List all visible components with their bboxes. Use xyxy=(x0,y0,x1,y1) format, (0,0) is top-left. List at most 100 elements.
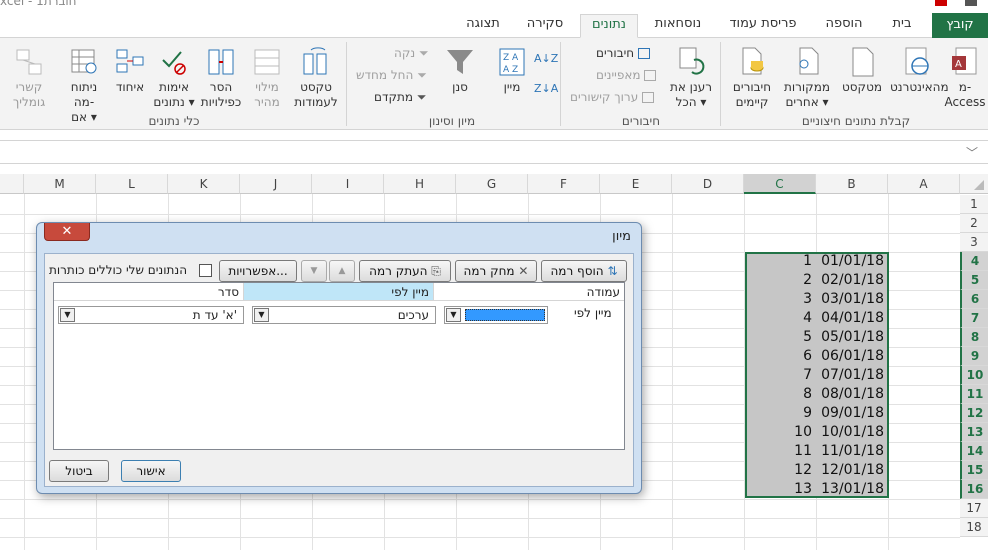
row-header[interactable]: 7 xyxy=(960,309,988,328)
expand-formula-bar-icon[interactable]: ﹀ xyxy=(966,144,978,161)
row-header[interactable]: 10 xyxy=(960,366,988,385)
from-text-button[interactable]: מטקסט xyxy=(836,46,888,95)
cell-c12[interactable]: 9 xyxy=(744,404,816,423)
advanced-filter-button[interactable]: מתקדם ⏷ xyxy=(374,88,427,106)
copy-level-button[interactable]: העתק רמה ⎘ xyxy=(359,260,451,282)
column-header-m[interactable]: M xyxy=(24,174,96,194)
relationships-button[interactable]: קשרי גומליך xyxy=(6,46,52,110)
move-down-icon[interactable]: ▼ xyxy=(301,260,327,282)
cell-c7[interactable]: 4 xyxy=(744,309,816,328)
ok-button[interactable]: אישור xyxy=(121,460,181,482)
cell-b7[interactable]: 04/01/18 xyxy=(816,309,888,328)
filter-button[interactable]: סנן xyxy=(442,46,478,95)
formula-bar[interactable]: ﹀ xyxy=(0,140,988,164)
cell-c16[interactable]: 13 xyxy=(744,480,816,499)
column-header-g[interactable]: G xyxy=(456,174,528,194)
flash-fill-button[interactable]: מילוי מהיר xyxy=(248,46,286,110)
sort-z-to-a-button[interactable]: Z↓A xyxy=(534,80,558,98)
tab-page-layout[interactable]: פריסת עמוד xyxy=(718,14,808,38)
row-header[interactable]: 11 xyxy=(960,385,988,404)
cell-b12[interactable]: 09/01/18 xyxy=(816,404,888,423)
cell-b13[interactable]: 10/01/18 xyxy=(816,423,888,442)
from-web-button[interactable]: מהאינטרנט xyxy=(890,46,949,95)
cell-c6[interactable]: 3 xyxy=(744,290,816,309)
sort-on-select[interactable]: ▼ ערכים xyxy=(252,306,436,324)
delete-level-button[interactable]: מחק רמה ✕ xyxy=(455,260,537,282)
close-icon[interactable]: ✕ xyxy=(44,223,90,241)
cell-c11[interactable]: 8 xyxy=(744,385,816,404)
edit-links-button[interactable]: ערוך קישורים xyxy=(570,88,655,106)
row-header[interactable]: 3 xyxy=(960,233,988,252)
select-all-corner[interactable] xyxy=(960,174,988,194)
add-level-button[interactable]: הוסף רמה ⇅ xyxy=(541,260,627,282)
headers-checkbox[interactable] xyxy=(199,264,212,277)
column-header-i[interactable]: I xyxy=(312,174,384,194)
cell-c9[interactable]: 6 xyxy=(744,347,816,366)
from-other-sources-button[interactable]: ממקורות אחרים ▾ xyxy=(780,46,834,110)
tab-view[interactable]: תצוגה xyxy=(455,14,511,38)
cell-b10[interactable]: 07/01/18 xyxy=(816,366,888,385)
row-header[interactable]: 12 xyxy=(960,404,988,423)
tab-formulas[interactable]: נוסחאות xyxy=(643,14,713,38)
tab-home[interactable]: בית xyxy=(880,14,924,38)
tab-file[interactable]: קובץ xyxy=(932,13,988,40)
tab-review[interactable]: סקירה xyxy=(517,14,573,38)
sort-a-to-z-button[interactable]: A↓Z xyxy=(534,50,558,68)
options-button[interactable]: אפשרויות... xyxy=(219,260,297,282)
cell-c5[interactable]: 2 xyxy=(744,271,816,290)
consolidate-button[interactable]: איחוד xyxy=(110,46,150,95)
cell-c15[interactable]: 12 xyxy=(744,461,816,480)
cell-b11[interactable]: 08/01/18 xyxy=(816,385,888,404)
cell-b5[interactable]: 02/01/18 xyxy=(816,271,888,290)
row-header[interactable]: 16 xyxy=(960,480,988,499)
row-header[interactable]: 2 xyxy=(960,214,988,233)
column-header-l[interactable]: L xyxy=(96,174,168,194)
cell-b4[interactable]: 01/01/18 xyxy=(816,252,888,271)
cell-c13[interactable]: 10 xyxy=(744,423,816,442)
row-header[interactable]: 6 xyxy=(960,290,988,309)
row-header[interactable]: 18 xyxy=(960,518,988,537)
tab-insert[interactable]: הוספה xyxy=(815,14,873,38)
row-header[interactable]: 9 xyxy=(960,347,988,366)
row-header[interactable]: 8 xyxy=(960,328,988,347)
cell-b16[interactable]: 13/01/18 xyxy=(816,480,888,499)
reapply-button[interactable]: החל מחדש ⏷ xyxy=(356,66,427,84)
chevron-down-icon[interactable]: ▼ xyxy=(446,308,461,322)
column-header-b[interactable]: B xyxy=(816,174,888,194)
order-select[interactable]: ▼ א' עד ת' xyxy=(58,306,244,324)
column-header-f[interactable]: F xyxy=(528,174,600,194)
cell-b14[interactable]: 11/01/18 xyxy=(816,442,888,461)
clear-filter-button[interactable]: נקה ⏷ xyxy=(394,44,429,62)
column-header-a[interactable]: A xyxy=(888,174,960,194)
column-header-h[interactable]: H xyxy=(384,174,456,194)
row-header[interactable]: 14 xyxy=(960,442,988,461)
column-header-e[interactable]: E xyxy=(600,174,672,194)
row-header[interactable]: 15 xyxy=(960,461,988,480)
column-header-c[interactable]: C xyxy=(744,174,816,194)
existing-connections-button[interactable]: חיבורים קיימים xyxy=(726,46,778,110)
properties-button[interactable]: מאפיינים xyxy=(596,66,657,84)
cancel-button[interactable]: ביטול xyxy=(49,460,109,482)
chevron-down-icon[interactable]: ▼ xyxy=(60,308,75,322)
column-header-k[interactable]: K xyxy=(168,174,240,194)
sort-button[interactable]: Z A A Z מיין xyxy=(494,46,530,95)
sort-column-select[interactable]: ▼ xyxy=(444,306,548,324)
column-header-j[interactable]: J xyxy=(240,174,312,194)
row-header[interactable]: 5 xyxy=(960,271,988,290)
cell-b9[interactable]: 06/01/18 xyxy=(816,347,888,366)
data-validation-button[interactable]: אימות נתונים ▾ xyxy=(152,46,196,110)
chevron-down-icon[interactable]: ▼ xyxy=(254,308,269,322)
row-header[interactable]: 1 xyxy=(960,195,988,214)
text-to-columns-button[interactable]: טקסט לעמודות xyxy=(290,46,342,110)
cell-b15[interactable]: 12/01/18 xyxy=(816,461,888,480)
move-up-icon[interactable]: ▲ xyxy=(329,260,355,282)
row-header[interactable]: 4 xyxy=(960,252,988,271)
cell-b6[interactable]: 03/01/18 xyxy=(816,290,888,309)
row-header[interactable]: 13 xyxy=(960,423,988,442)
tab-data[interactable]: נתונים xyxy=(580,14,638,38)
from-access-button[interactable]: A מ- Access xyxy=(944,46,986,110)
row-header[interactable]: 17 xyxy=(960,499,988,518)
column-header-partial[interactable] xyxy=(0,174,24,194)
user-icon[interactable] xyxy=(965,0,977,6)
refresh-all-button[interactable]: רענן את הכל ▾ xyxy=(664,46,718,110)
